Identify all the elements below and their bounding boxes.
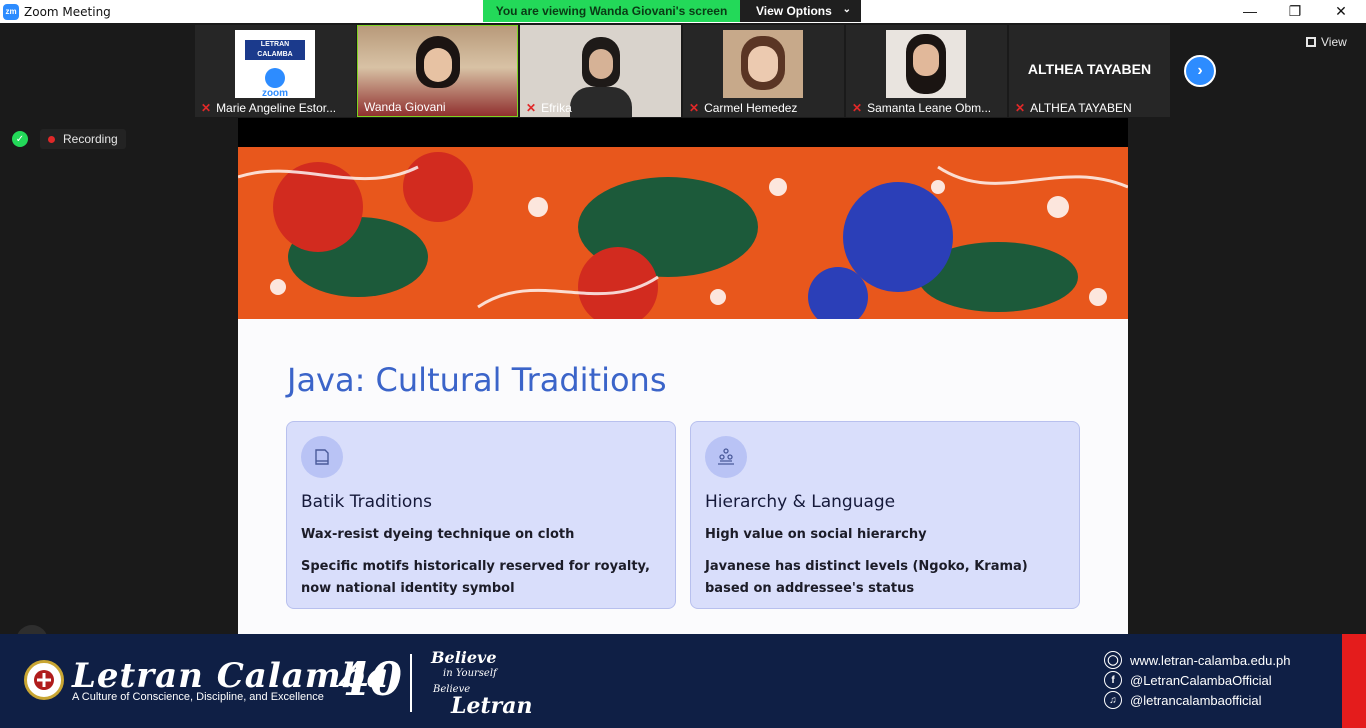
school-seal-icon bbox=[24, 660, 64, 700]
card-point: High value on social hierarchy bbox=[705, 527, 927, 542]
grid-icon bbox=[1306, 37, 1316, 47]
view-options-label: View Options bbox=[756, 4, 832, 18]
letran-footer-banner: Letran Calamba A Culture of Conscience, … bbox=[0, 634, 1366, 728]
slide-title: Java: Cultural Traditions bbox=[287, 361, 667, 399]
participant-tile[interactable]: ALTHEA TAYABEN ✕ ALTHEA TAYABEN bbox=[1009, 25, 1170, 117]
record-dot-icon bbox=[48, 135, 55, 143]
restore-icon[interactable]: ❐ bbox=[1272, 0, 1318, 22]
participant-tile[interactable]: LETRAN CALAMBA zoom ✕ Marie Angeline Est… bbox=[195, 25, 356, 117]
book-icon bbox=[301, 436, 343, 478]
participant-video bbox=[886, 30, 966, 98]
title-bar: zm Zoom Meeting You are viewing Wanda Gi… bbox=[0, 0, 1366, 23]
card-point: Javanese has distinct levels (Ngoko, Kra… bbox=[705, 559, 1028, 596]
contact-list: ◯ www.letran-calamba.edu.ph f @LetranCal… bbox=[1104, 650, 1290, 710]
chevron-right-icon[interactable]: › bbox=[1184, 55, 1216, 87]
info-card: Hierarchy & Language High value on socia… bbox=[690, 421, 1080, 609]
mic-muted-icon: ✕ bbox=[689, 101, 700, 115]
contact-tiktok: ♫ @letrancalambaofficial bbox=[1104, 690, 1290, 710]
viewing-screen-banner: You are viewing Wanda Giovani's screen bbox=[483, 0, 740, 22]
tiktok-icon: ♫ bbox=[1104, 691, 1122, 709]
participant-tile-active[interactable]: Wanda Giovani bbox=[357, 25, 518, 117]
footer-divider bbox=[410, 654, 412, 712]
facebook-icon: f bbox=[1104, 671, 1122, 689]
participant-name: ✕ ALTHEA TAYABEN bbox=[1015, 101, 1132, 115]
chevron-down-icon: ⌄ bbox=[842, 4, 851, 15]
window-title: Zoom Meeting bbox=[24, 4, 111, 19]
participant-name: ✕ Samanta Leane Obm... bbox=[852, 101, 992, 115]
shared-screen-slide: Java: Cultural Traditions Batik Traditio… bbox=[238, 118, 1128, 634]
globe-icon: ◯ bbox=[1104, 651, 1122, 669]
view-options-button[interactable]: View Options ⌄ bbox=[740, 0, 861, 22]
info-card: Batik Traditions Wax-resist dyeing techn… bbox=[286, 421, 676, 609]
mic-muted-icon: ✕ bbox=[201, 101, 212, 115]
card-title: Batik Traditions bbox=[301, 492, 432, 512]
zoom-app-icon: zm bbox=[3, 3, 19, 20]
participant-video bbox=[723, 30, 803, 98]
mic-muted-icon: ✕ bbox=[1015, 101, 1026, 115]
card-point: Specific motifs historically reserved fo… bbox=[301, 559, 650, 596]
participant-tile[interactable]: ✕ Efrika bbox=[520, 25, 681, 117]
contact-facebook: f @LetranCalambaOfficial bbox=[1104, 670, 1290, 690]
card-title: Hierarchy & Language bbox=[705, 492, 896, 512]
contact-website: ◯ www.letran-calamba.edu.ph bbox=[1104, 650, 1290, 670]
view-label: View bbox=[1321, 35, 1347, 49]
slide-top-bar bbox=[238, 118, 1128, 147]
view-button[interactable]: View bbox=[1306, 35, 1347, 49]
hierarchy-icon bbox=[705, 436, 747, 478]
close-icon[interactable]: ✕ bbox=[1318, 0, 1364, 22]
participant-tile[interactable]: ✕ Carmel Hemedez bbox=[683, 25, 844, 117]
participant-name: Wanda Giovani bbox=[364, 100, 446, 114]
brand-tagline: A Culture of Conscience, Discipline, and… bbox=[72, 691, 324, 703]
card-point: Wax-resist dyeing technique on cloth bbox=[301, 527, 575, 542]
recording-label: Recording bbox=[63, 132, 118, 146]
batik-pattern-image bbox=[238, 147, 1128, 319]
participant-display-name: ALTHEA TAYABEN bbox=[1027, 61, 1152, 77]
mic-muted-icon: ✕ bbox=[526, 101, 537, 115]
believe-slogan: Believe in Yourself Believe Letran bbox=[431, 648, 533, 719]
recording-indicator[interactable]: Recording bbox=[40, 129, 126, 149]
letran-zoom-logo: LETRAN CALAMBA zoom bbox=[235, 30, 315, 99]
participant-name: ✕ Carmel Hemedez bbox=[689, 101, 798, 115]
anniversary-logo: 40 bbox=[338, 652, 403, 706]
shield-check-icon[interactable]: ✓ bbox=[12, 131, 28, 147]
participant-tile[interactable]: ✕ Samanta Leane Obm... bbox=[846, 25, 1007, 117]
minimize-icon[interactable]: — bbox=[1227, 0, 1273, 22]
participant-name: ✕ Marie Angeline Estor... bbox=[201, 101, 337, 115]
mic-muted-icon: ✕ bbox=[852, 101, 863, 115]
participant-name: ✕ Efrika bbox=[526, 101, 572, 115]
footer-accent-bar bbox=[1342, 634, 1366, 728]
